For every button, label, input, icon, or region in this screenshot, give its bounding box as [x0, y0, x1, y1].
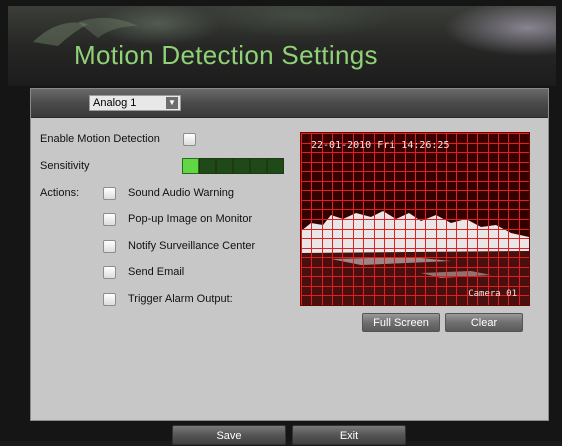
sensitivity-bar[interactable]: [182, 158, 286, 174]
chevron-down-icon: ▼: [166, 97, 178, 109]
sensitivity-segment[interactable]: [233, 158, 250, 174]
sensitivity-segment[interactable]: [250, 158, 267, 174]
header-banner: Motion Detection Settings: [8, 6, 556, 86]
actions-label: Actions:: [40, 187, 80, 199]
panel-toolbar: Analog 1 ▼: [31, 89, 548, 118]
exit-button[interactable]: Exit: [292, 425, 406, 445]
preview-camera-label: Camera 01: [468, 289, 517, 299]
popup-image-checkbox[interactable]: [103, 213, 116, 226]
clear-button[interactable]: Clear: [445, 313, 523, 332]
settings-panel: Analog 1 ▼ Enable Motion Detection Sensi…: [30, 88, 549, 421]
notify-center-label: Notify Surveillance Center: [128, 240, 256, 252]
motion-grid-preview[interactable]: 22-01-2010 Fri 14:26:25 Camera 01: [300, 132, 530, 306]
sensitivity-segment[interactable]: [216, 158, 233, 174]
sensitivity-segment[interactable]: [182, 158, 199, 174]
enable-motion-checkbox[interactable]: [183, 133, 196, 146]
sound-audio-warning-label: Sound Audio Warning: [128, 187, 234, 199]
enable-motion-label: Enable Motion Detection: [40, 133, 160, 145]
popup-image-label: Pop-up Image on Monitor: [128, 213, 253, 225]
page-title: Motion Detection Settings: [74, 40, 378, 70]
send-email-label: Send Email: [128, 266, 185, 278]
sensitivity-segment[interactable]: [267, 158, 284, 174]
notify-center-checkbox[interactable]: [103, 240, 116, 253]
camera-select-value: Analog 1: [93, 97, 137, 109]
full-screen-button[interactable]: Full Screen: [362, 313, 440, 332]
send-email-checkbox[interactable]: [103, 266, 116, 279]
sensitivity-label: Sensitivity: [40, 160, 90, 172]
trigger-alarm-label: Trigger Alarm Output:: [128, 293, 233, 305]
app-window: Motion Detection Settings Analog 1 ▼ Ena…: [0, 0, 562, 445]
save-button[interactable]: Save: [172, 425, 286, 445]
camera-scene: [301, 133, 529, 305]
camera-select[interactable]: Analog 1 ▼: [89, 95, 181, 111]
trigger-alarm-checkbox[interactable]: [103, 293, 116, 306]
sound-audio-warning-checkbox[interactable]: [103, 187, 116, 200]
preview-timestamp: 22-01-2010 Fri 14:26:25: [311, 140, 450, 151]
sensitivity-segment[interactable]: [199, 158, 216, 174]
